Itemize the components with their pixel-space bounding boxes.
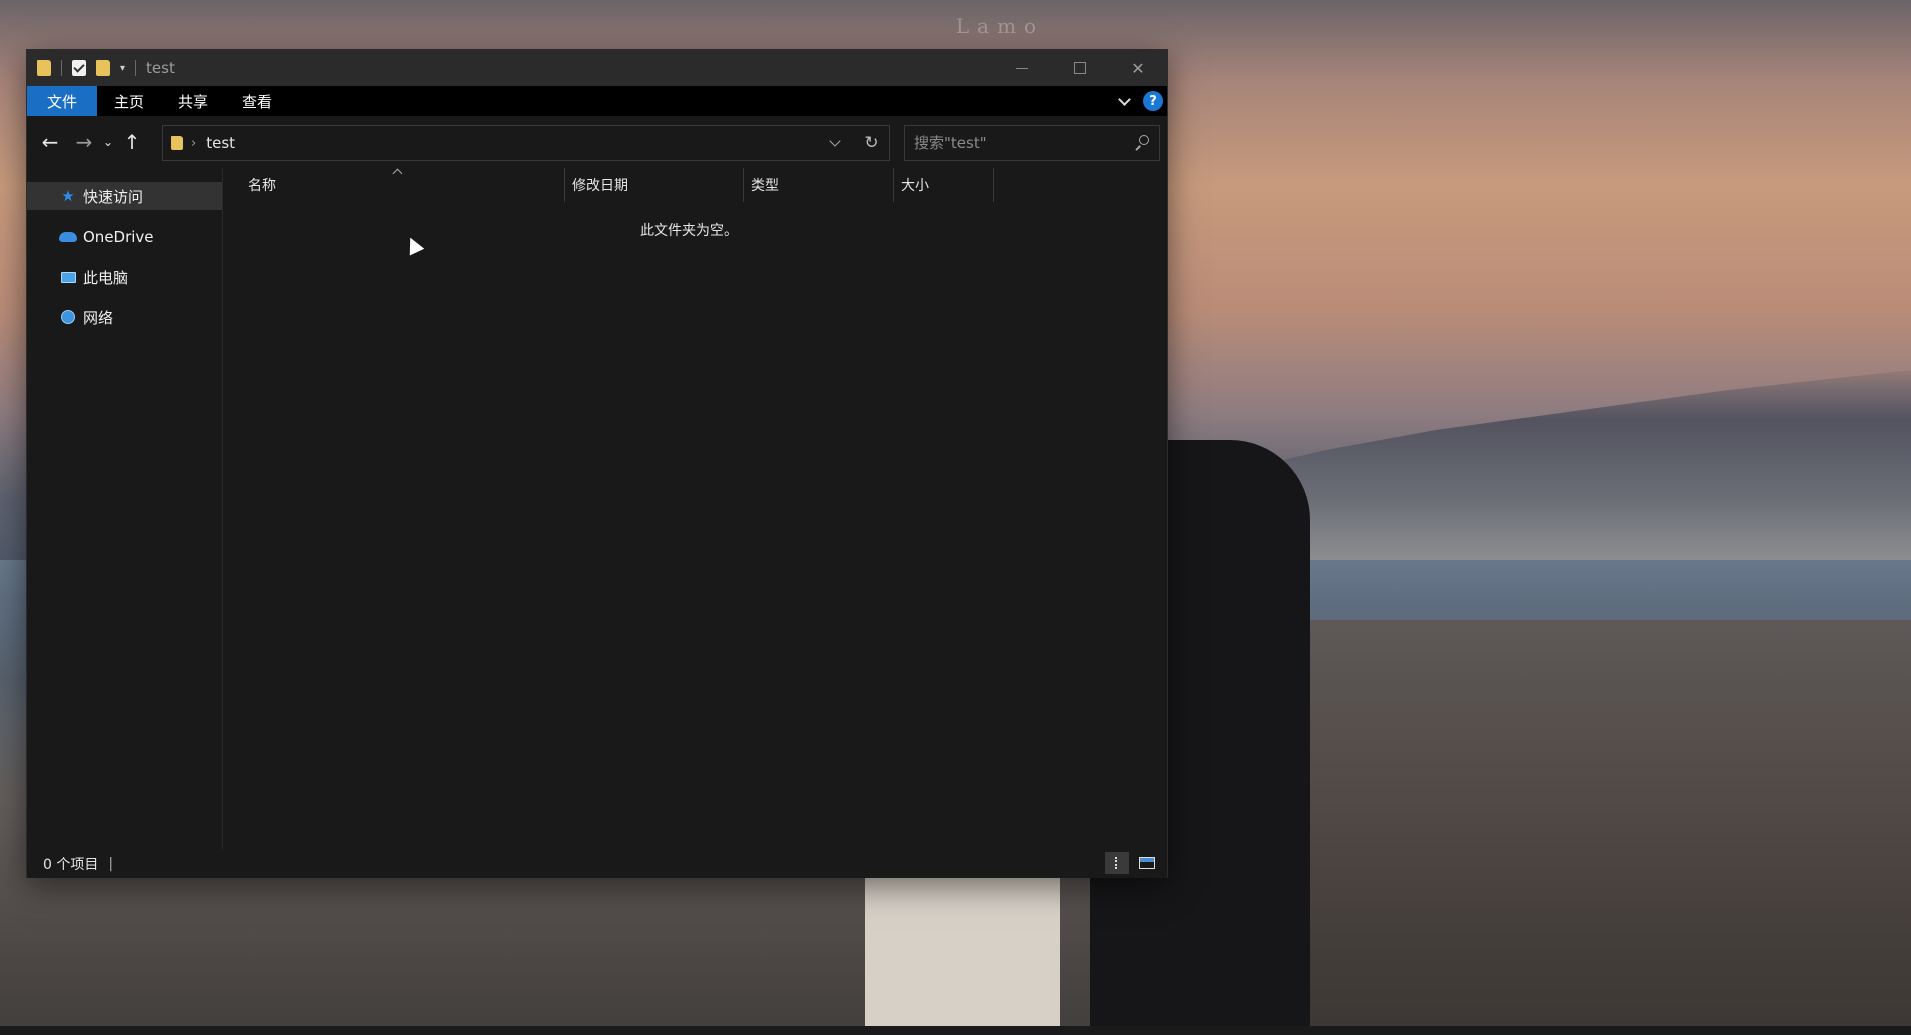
address-history-button[interactable] <box>817 126 853 160</box>
star-icon: ★ <box>61 187 75 205</box>
chevron-down-icon <box>829 135 841 147</box>
close-button[interactable]: ✕ <box>1109 50 1167 86</box>
cloud-icon <box>59 228 77 246</box>
wallpaper-person-pants <box>865 870 1060 1035</box>
expand-ribbon-icon[interactable] <box>1118 92 1131 106</box>
computer-icon <box>59 268 77 286</box>
status-bar: 0 个项目 | <box>27 849 1167 878</box>
breadcrumb-separator-icon[interactable]: › <box>191 136 196 151</box>
network-icon <box>59 308 77 326</box>
refresh-button[interactable]: ↻ <box>853 126 889 160</box>
forward-button[interactable]: → <box>69 127 99 157</box>
help-icon[interactable]: ? <box>1143 91 1163 111</box>
wallpaper-watermark: Lamo <box>955 14 1045 38</box>
column-header-name[interactable]: 名称 <box>224 168 565 202</box>
large-icons-view-icon <box>1139 857 1155 869</box>
file-list[interactable]: 名称 修改日期 类型 大小 此文件夹为空。 <box>224 168 1167 849</box>
close-icon: ✕ <box>1131 58 1145 78</box>
navigation-bar: ← → ⌄ ↑ › test ↻ <box>27 116 1167 168</box>
column-header-date-modified[interactable]: 修改日期 <box>565 168 744 202</box>
properties-icon[interactable] <box>72 60 86 76</box>
sidebar-item-quick-access[interactable]: ★ 快速访问 <box>27 182 222 210</box>
column-label: 大小 <box>901 178 929 194</box>
column-label: 类型 <box>751 178 779 194</box>
ribbon-actions: ? <box>1118 86 1163 116</box>
maximize-button[interactable] <box>1051 50 1109 86</box>
tab-file[interactable]: 文件 <box>27 86 98 116</box>
column-header-type[interactable]: 类型 <box>744 168 894 202</box>
maximize-icon <box>1074 62 1086 74</box>
separator <box>135 60 137 76</box>
details-view-button[interactable] <box>1105 852 1129 874</box>
sidebar-item-this-pc[interactable]: 此电脑 <box>27 262 222 292</box>
recent-locations-button[interactable]: ⌄ <box>99 127 117 157</box>
sort-ascending-icon <box>392 168 403 179</box>
up-button[interactable]: ↑ <box>117 127 147 157</box>
column-label: 修改日期 <box>572 178 628 194</box>
item-count: 0 个项目 <box>43 856 99 873</box>
navigation-pane: ★ 快速访问 OneDrive 此电脑 网络 <box>27 168 223 849</box>
minimize-button[interactable] <box>993 50 1051 86</box>
column-label: 名称 <box>248 178 276 194</box>
tab-view[interactable]: 查看 <box>225 86 289 116</box>
view-switcher <box>1105 852 1159 874</box>
file-explorer-window: ▾ test ✕ 文件 主页 共享 查看 ? ← → ⌄ ↑ › test ↻ … <box>26 49 1168 878</box>
search-icon[interactable] <box>1135 135 1149 150</box>
sidebar-item-onedrive[interactable]: OneDrive <box>27 222 222 252</box>
details-view-icon <box>1115 857 1119 869</box>
status-separator: | <box>108 855 114 872</box>
breadcrumb-current[interactable]: test <box>206 134 235 152</box>
sidebar-item-label: OneDrive <box>83 228 154 246</box>
customize-dropdown-icon[interactable]: ▾ <box>120 63 125 74</box>
folder-icon <box>171 136 183 150</box>
taskbar <box>0 1026 1911 1035</box>
window-title: test <box>146 59 175 77</box>
ribbon-tabs: 文件 主页 共享 查看 ? <box>27 86 1167 116</box>
address-actions: ↻ <box>817 126 889 160</box>
search-box[interactable] <box>904 125 1160 161</box>
column-headers: 名称 修改日期 类型 大小 <box>224 168 1167 202</box>
sidebar-item-network[interactable]: 网络 <box>27 302 222 332</box>
minimize-icon <box>1016 67 1028 69</box>
folder-icon <box>37 60 51 76</box>
sidebar-item-label: 网络 <box>83 308 114 327</box>
sidebar-item-label: 此电脑 <box>83 268 129 287</box>
sidebar-item-label: 快速访问 <box>83 187 144 206</box>
tab-share[interactable]: 共享 <box>161 86 225 116</box>
large-icons-view-button[interactable] <box>1135 852 1159 874</box>
new-folder-icon[interactable] <box>96 60 110 76</box>
back-button[interactable]: ← <box>35 127 65 157</box>
search-input[interactable] <box>914 134 1124 152</box>
address-bar[interactable]: › test ↻ <box>162 125 890 161</box>
column-header-size[interactable]: 大小 <box>894 168 994 202</box>
window-controls: ✕ <box>993 50 1167 86</box>
empty-folder-message: 此文件夹为空。 <box>640 223 738 239</box>
tab-home[interactable]: 主页 <box>97 86 161 116</box>
title-bar[interactable]: ▾ test ✕ <box>27 50 1167 86</box>
separator <box>61 60 62 76</box>
quick-access-toolbar: ▾ <box>27 50 146 86</box>
